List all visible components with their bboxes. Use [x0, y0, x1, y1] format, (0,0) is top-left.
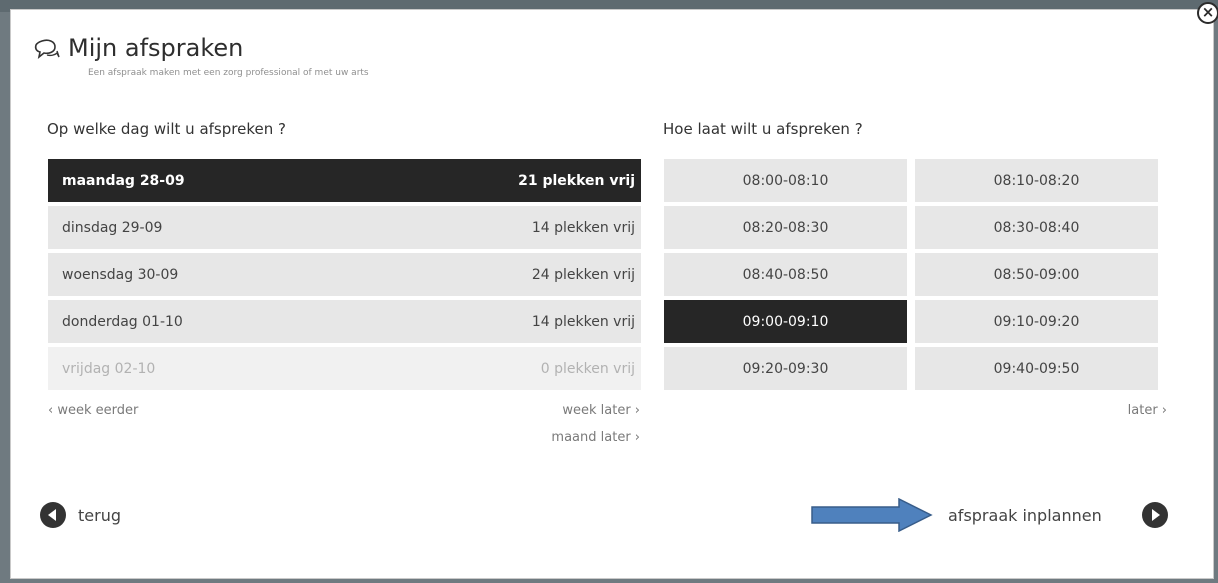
free-spots-label: 14 plekken vrij: [531, 313, 635, 330]
day-row: vrijdag 02-10 0 plekken vrij: [48, 347, 641, 390]
day-label: maandag 28-09: [62, 172, 185, 189]
appointments-dialog: Mijn afspraken Een afspraak maken met ee…: [10, 9, 1214, 579]
day-row[interactable]: maandag 28-09 21 plekken vrij: [48, 159, 641, 202]
later-link[interactable]: later ›: [1128, 403, 1167, 418]
free-spots-label: 14 plekken vrij: [531, 219, 635, 236]
time-slot[interactable]: 08:20-08:30: [664, 206, 907, 249]
time-slot[interactable]: 08:40-08:50: [664, 253, 907, 296]
time-slot[interactable]: 08:10-08:20: [915, 159, 1158, 202]
schedule-button-icon[interactable]: [1142, 502, 1168, 528]
prev-week-link[interactable]: ‹ week eerder: [48, 403, 138, 418]
chevron-left-icon: [48, 509, 56, 521]
back-button[interactable]: terug: [78, 506, 121, 525]
day-list: maandag 28-09 21 plekken vrij dinsdag 29-0…: [48, 159, 641, 394]
day-heading: Op welke dag wilt u afspreken ?: [47, 120, 286, 138]
time-slot[interactable]: 09:40-09:50: [915, 347, 1158, 390]
schedule-appointment-button[interactable]: afspraak inplannen: [948, 506, 1102, 525]
free-spots-label: 21 plekken vrij: [518, 172, 635, 189]
free-spots-label: 0 plekken vrij: [540, 360, 635, 377]
day-label: woensdag 30-09: [62, 266, 179, 283]
time-slot[interactable]: 08:00-08:10: [664, 159, 907, 202]
next-month-link[interactable]: maand later ›: [551, 430, 640, 445]
day-label: donderdag 01-10: [62, 313, 183, 330]
chat-bubbles-icon: [34, 39, 60, 59]
day-row[interactable]: donderdag 01-10 14 plekken vrij: [48, 300, 641, 343]
free-spots-label: 24 plekken vrij: [531, 266, 635, 283]
next-week-link[interactable]: week later ›: [562, 403, 640, 418]
day-label: vrijdag 02-10: [62, 360, 156, 377]
day-row[interactable]: dinsdag 29-09 14 plekken vrij: [48, 206, 641, 249]
time-slot[interactable]: 09:20-09:30: [664, 347, 907, 390]
time-slot[interactable]: 09:00-09:10: [664, 300, 907, 343]
arrow-right-icon: [811, 498, 933, 532]
time-heading: Hoe laat wilt u afspreken ?: [663, 120, 863, 138]
time-slot[interactable]: 09:10-09:20: [915, 300, 1158, 343]
close-button[interactable]: ×: [1197, 2, 1218, 24]
day-label: dinsdag 29-09: [62, 219, 163, 236]
back-button-icon[interactable]: [40, 502, 66, 528]
time-slot[interactable]: 08:30-08:40: [915, 206, 1158, 249]
time-slot-grid: 08:00-08:10 08:10-08:20 08:20-08:30 08:30-0…: [664, 159, 1158, 390]
chevron-right-icon: [1152, 509, 1160, 521]
dialog-subtitle: Een afspraak maken met een zorg professi…: [88, 68, 369, 78]
time-slot[interactable]: 08:50-09:00: [915, 253, 1158, 296]
day-row[interactable]: woensdag 30-09 24 plekken vrij: [48, 253, 641, 296]
dialog-title: Mijn afspraken: [68, 34, 244, 62]
